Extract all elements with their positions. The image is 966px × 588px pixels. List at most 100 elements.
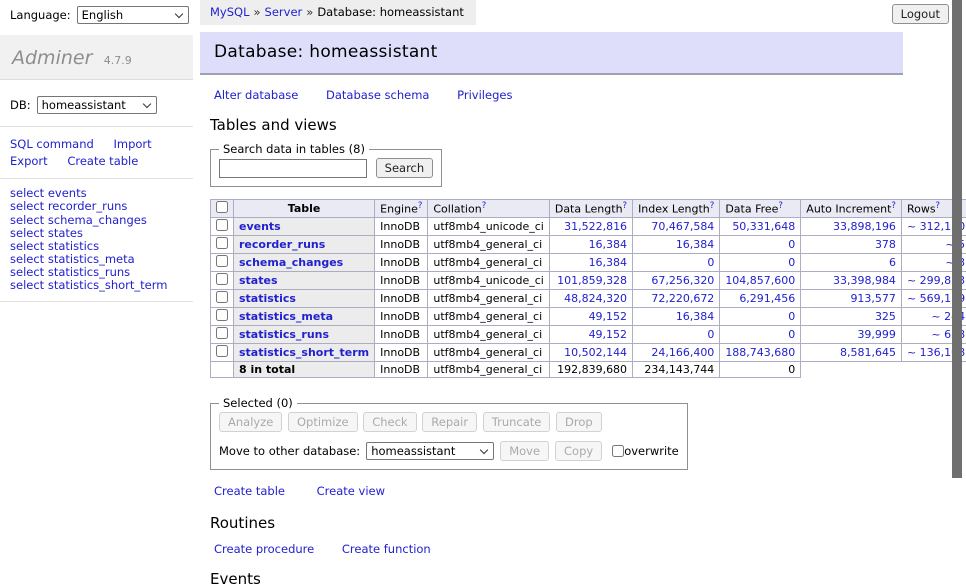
db-select[interactable]: homeassistant — [37, 96, 157, 114]
data-length-link[interactable]: 16,384 — [589, 256, 628, 269]
create-view-link[interactable]: Create view — [317, 484, 385, 498]
search-input[interactable] — [219, 159, 367, 178]
vertical-scrollbar[interactable] — [952, 0, 962, 478]
data-length-link[interactable]: 49,152 — [589, 310, 628, 323]
sidebar-link-create-table[interactable]: Create table — [67, 154, 138, 168]
data-free-link[interactable]: 0 — [788, 310, 795, 323]
engine-cell: InnoDB — [375, 308, 428, 326]
copy-button[interactable]: Copy — [555, 441, 602, 461]
table-link-states[interactable]: states — [239, 274, 278, 287]
help-link[interactable]: ? — [778, 201, 783, 211]
data-length-link[interactable]: 48,824,320 — [564, 292, 627, 305]
sidebar-item-select-statistics[interactable]: select statistics — [10, 240, 193, 253]
row-select-checkbox[interactable] — [216, 345, 228, 357]
sidebar-item-select-statistics-short-term[interactable]: select statistics_short_term — [10, 279, 193, 292]
create-function-link[interactable]: Create function — [342, 542, 431, 556]
sidebar-link-export[interactable]: Export — [10, 154, 48, 168]
privileges-link[interactable]: Privileges — [457, 88, 512, 102]
database-schema-link[interactable]: Database schema — [326, 88, 429, 102]
data-free-link[interactable]: 0 — [788, 328, 795, 341]
sidebar-link-sql-command[interactable]: SQL command — [10, 137, 94, 151]
logout-button[interactable]: Logout — [892, 4, 949, 24]
optimize-button[interactable]: Optimize — [288, 412, 358, 432]
index-length-link[interactable]: 16,384 — [676, 310, 715, 323]
column-header-auto-increment: Auto Increment? — [801, 200, 902, 218]
sidebar-link-import[interactable]: Import — [113, 137, 151, 151]
help-link[interactable]: ? — [891, 201, 896, 211]
drop-button[interactable]: Drop — [556, 412, 602, 432]
breadcrumb-link-server[interactable]: Server — [265, 5, 303, 19]
language-select[interactable]: English — [77, 6, 189, 24]
auto-increment-link[interactable]: 39,999 — [857, 328, 896, 341]
data-length-link[interactable]: 101,859,328 — [557, 274, 627, 287]
row-select-checkbox[interactable] — [216, 291, 228, 303]
create-procedure-link[interactable]: Create procedure — [214, 542, 314, 556]
row-select-checkbox[interactable] — [216, 273, 228, 285]
sidebar-item-select-states[interactable]: select states — [10, 227, 193, 240]
move-database-select[interactable]: homeassistant — [366, 442, 494, 460]
auto-increment-link[interactable]: 325 — [875, 310, 896, 323]
table-link-recorder-runs[interactable]: recorder_runs — [239, 238, 325, 251]
data-length-link[interactable]: 10,502,144 — [564, 346, 627, 359]
column-header-engine: Engine? — [375, 200, 428, 218]
auto-increment-link[interactable]: 33,898,196 — [833, 220, 896, 233]
breadcrumb-separator: » — [254, 5, 261, 19]
table-link-schema-changes[interactable]: schema_changes — [239, 256, 343, 269]
sidebar-item-select-recorder-runs[interactable]: select recorder_runs — [10, 200, 193, 213]
data-length-link[interactable]: 49,152 — [589, 328, 628, 341]
table-link-statistics[interactable]: statistics — [239, 292, 296, 305]
data-length-link[interactable]: 31,522,816 — [564, 220, 627, 233]
index-length-link[interactable]: 24,166,400 — [651, 346, 714, 359]
row-select-checkbox[interactable] — [216, 219, 228, 231]
breadcrumb-link-mysql[interactable]: MySQL — [210, 5, 250, 19]
db-selected-value: homeassistant — [42, 98, 126, 112]
truncate-button[interactable]: Truncate — [483, 412, 551, 432]
check-button[interactable]: Check — [363, 412, 416, 432]
data-free-link[interactable]: 50,331,648 — [732, 220, 795, 233]
table-row: states InnoDB utf8mb4_unicode_ci 101,859… — [211, 272, 966, 290]
auto-increment-link[interactable]: 33,398,984 — [833, 274, 896, 287]
app-version: 4.7.9 — [104, 54, 132, 67]
table-link-events[interactable]: events — [239, 220, 281, 233]
data-free-link[interactable]: 188,743,680 — [725, 346, 795, 359]
app-header: Adminer 4.7.9 — [0, 35, 193, 80]
sidebar-item-select-schema-changes[interactable]: select schema_changes — [10, 214, 193, 227]
create-table-link[interactable]: Create table — [214, 484, 285, 498]
analyze-button[interactable]: Analyze — [219, 412, 282, 432]
auto-increment-link[interactable]: 913,577 — [850, 292, 896, 305]
search-button[interactable]: Search — [376, 158, 434, 178]
index-length-link[interactable]: 72,220,672 — [651, 292, 714, 305]
help-link[interactable]: ? — [623, 201, 628, 211]
auto-increment-link[interactable]: 378 — [875, 238, 896, 251]
index-length-link[interactable]: 0 — [707, 256, 714, 269]
table-link-statistics-meta[interactable]: statistics_meta — [239, 310, 333, 323]
data-length-link[interactable]: 16,384 — [589, 238, 628, 251]
column-header-collation: Collation? — [428, 200, 549, 218]
row-select-checkbox[interactable] — [216, 309, 228, 321]
move-button[interactable]: Move — [500, 441, 549, 461]
table-link-statistics-short-term[interactable]: statistics_short_term — [239, 346, 369, 359]
row-select-checkbox[interactable] — [216, 237, 228, 249]
index-length-link[interactable]: 67,256,320 — [651, 274, 714, 287]
auto-increment-link[interactable]: 6 — [889, 256, 896, 269]
table-link-statistics-runs[interactable]: statistics_runs — [239, 328, 329, 341]
row-select-checkbox[interactable] — [216, 255, 228, 267]
data-free-link[interactable]: 104,857,600 — [725, 274, 795, 287]
help-link[interactable]: ? — [936, 201, 941, 211]
row-select-checkbox[interactable] — [216, 327, 228, 339]
index-length-link[interactable]: 0 — [707, 328, 714, 341]
auto-increment-link[interactable]: 8,581,645 — [840, 346, 896, 359]
help-link[interactable]: ? — [418, 201, 423, 211]
alter-database-link[interactable]: Alter database — [214, 88, 298, 102]
data-free-link[interactable]: 0 — [788, 256, 795, 269]
engine-cell: InnoDB — [375, 290, 428, 308]
overwrite-checkbox[interactable] — [612, 445, 624, 457]
help-link[interactable]: ? — [710, 201, 715, 211]
repair-button[interactable]: Repair — [422, 412, 477, 432]
data-free-link[interactable]: 0 — [788, 238, 795, 251]
index-length-link[interactable]: 16,384 — [676, 238, 715, 251]
index-length-link[interactable]: 70,467,584 — [651, 220, 714, 233]
data-free-link[interactable]: 6,291,456 — [739, 292, 795, 305]
help-link[interactable]: ? — [482, 201, 487, 211]
select-all-checkbox[interactable] — [216, 201, 228, 213]
